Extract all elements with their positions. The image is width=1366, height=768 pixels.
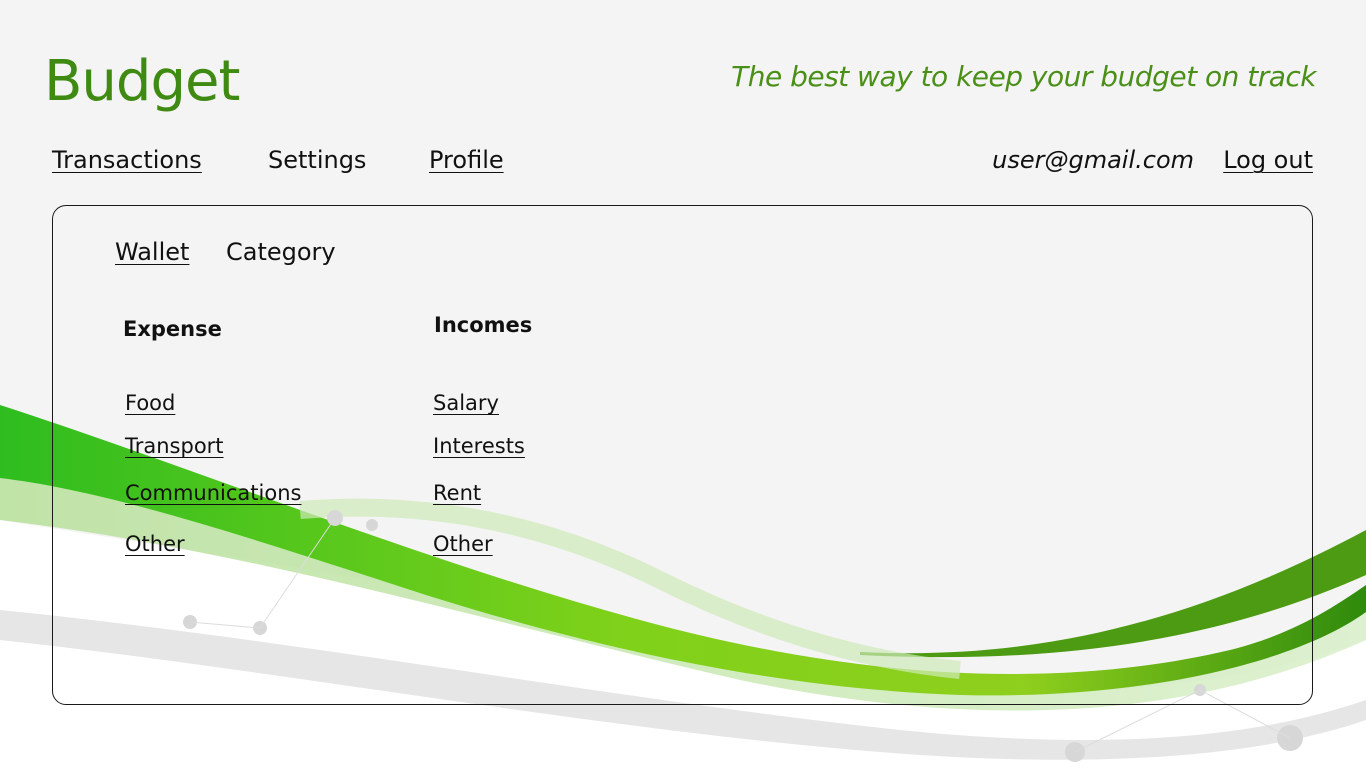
category-panel	[52, 205, 1313, 705]
nav-transactions-link[interactable]: Transactions	[52, 145, 202, 175]
income-item[interactable]: Rent	[433, 480, 481, 506]
incomes-heading: Incomes	[434, 313, 533, 337]
app-tagline: The best way to keep your budget on trac…	[731, 60, 1316, 93]
expense-item[interactable]: Food	[125, 390, 175, 416]
tab-category[interactable]: Category	[226, 237, 336, 267]
expense-heading: Expense	[123, 317, 222, 341]
logout-link[interactable]: Log out	[1223, 145, 1313, 175]
expense-item[interactable]: Transport	[125, 433, 224, 459]
income-item[interactable]: Interests	[433, 433, 525, 459]
user-email: user@gmail.com	[992, 146, 1194, 174]
app-title: Budget	[44, 49, 240, 114]
expense-item[interactable]: Other	[125, 531, 185, 557]
tab-wallet[interactable]: Wallet	[115, 237, 189, 267]
income-item[interactable]: Salary	[433, 390, 499, 416]
income-item[interactable]: Other	[433, 531, 493, 557]
nav-settings-link[interactable]: Settings	[268, 145, 366, 175]
nav-profile-link[interactable]: Profile	[429, 145, 504, 175]
expense-item[interactable]: Communications	[125, 480, 301, 506]
